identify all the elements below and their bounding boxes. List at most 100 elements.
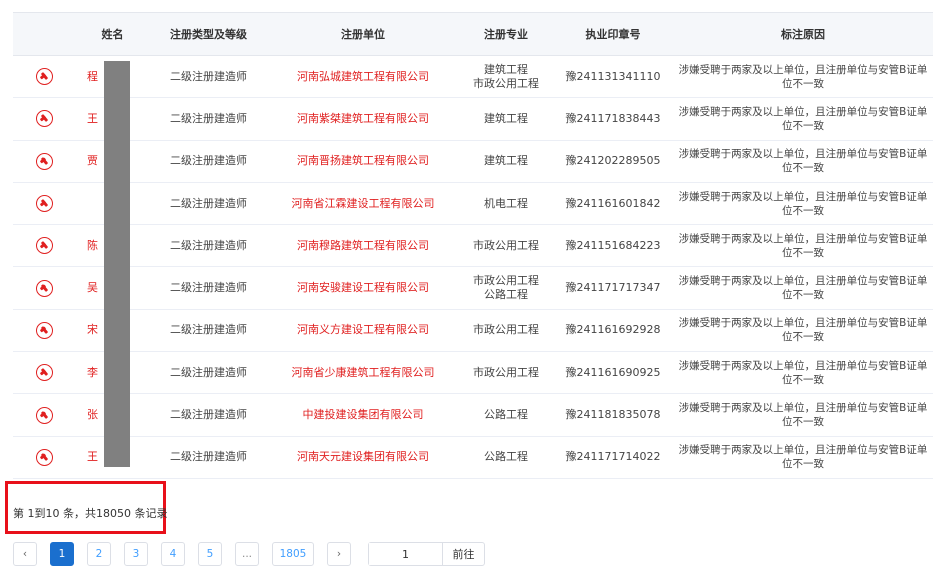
table-row: 王 二级注册建造师 河南天元建设集团有限公司 公路工程 豫241171714022 涉嫌受… [13,436,933,479]
specialty-primary: 建筑工程 [484,111,528,125]
seal-number-cell: 豫241161601842 [553,182,673,226]
column-header-1: 姓名 [75,12,150,56]
specialty-cell: 公路工程 [459,393,553,437]
page-button-4[interactable]: 4 [161,542,185,566]
records-table: 姓名 注册类型及等级 注册单位 注册专业 执业印章号 标注原因 程二级注册建造师 河南弘城建… [13,12,933,479]
specialty-cell: 公路工程 [459,436,553,479]
marker-icon[interactable] [35,364,53,382]
page-button-3[interactable]: 3 [124,542,148,566]
table-row: 陈 二级注册建造师 河南穆路建筑工程有限公司 市政公用工程 豫241151684223 涉… [13,224,933,268]
row-mark-cell [13,140,75,183]
row-mark-cell [13,309,75,353]
registration-type-cell: 二级注册建造师 [150,309,267,353]
registration-unit-link[interactable]: 河南弘城建筑工程有限公司 [267,55,459,99]
column-header-2: 注册类型及等级 [150,12,267,56]
specialty-secondary: 市政公用工程 [473,76,539,90]
column-header-3: 注册单位 [267,12,459,56]
row-mark-cell [13,182,75,226]
marker-icon[interactable] [35,448,53,466]
page-button-1[interactable]: 1 [50,542,74,566]
record-summary: 第 1到10 条，共18050 条记录 [13,507,168,520]
row-mark-cell [13,393,75,437]
table-row: 宋 二级注册建造师 河南义方建设工程有限公司 市政公用工程 豫241161692928 涉… [13,309,933,353]
specialty-cell: 机电工程 [459,182,553,226]
column-header-4: 注册专业 [459,12,553,56]
seal-number-cell: 豫241181835078 [553,393,673,437]
page-jumper: 前往 [368,542,485,566]
marker-icon[interactable] [35,110,53,128]
page-button-1805[interactable]: 1805 [272,542,314,566]
specialty-primary: 市政公用工程 [473,365,539,379]
row-mark-cell [13,224,75,268]
mark-reason-cell: 涉嫌受聘于两家及以上单位，且注册单位与安管B证单位不一致 [673,97,933,141]
registration-unit-link[interactable]: 河南省江霖建设工程有限公司 [267,182,459,226]
prev-page-button[interactable]: ‹ [13,542,37,566]
person-name-link[interactable]: 王 [87,450,98,463]
marker-icon[interactable] [35,68,53,86]
table-row: 李 二级注册建造师 河南省少康建筑工程有限公司 市政公用工程 豫241161690925… [13,351,933,395]
specialty-cell: 市政公用工程 [459,224,553,268]
seal-number-cell: 豫241151684223 [553,224,673,268]
person-name-link[interactable]: 吴 [87,281,98,294]
table-row: 张 二级注册建造师 中建投建设集团有限公司 公路工程 豫241181835078 涉嫌受聘… [13,393,933,437]
registration-unit-link[interactable]: 河南义方建设工程有限公司 [267,309,459,353]
page-jump-input[interactable] [369,543,443,565]
registration-unit-link[interactable]: 河南省少康建筑工程有限公司 [267,351,459,395]
registration-unit-link[interactable]: 河南天元建设集团有限公司 [267,436,459,479]
specialty-cell: 建筑工程 [459,97,553,141]
mark-reason-cell: 涉嫌受聘于两家及以上单位，且注册单位与安管B证单位不一致 [673,393,933,437]
specialty-cell: 市政公用工程 [459,351,553,395]
person-name-link[interactable]: 王 [87,112,98,125]
marker-icon[interactable] [35,152,53,170]
page-button-5[interactable]: 5 [198,542,222,566]
person-name-link[interactable]: 李 [87,366,98,379]
specialty-primary: 机电工程 [484,196,528,210]
marker-icon[interactable] [35,279,53,297]
mark-reason-cell: 涉嫌受聘于两家及以上单位，且注册单位与安管B证单位不一致 [673,266,933,310]
marker-icon[interactable] [35,195,53,213]
goto-page-button[interactable]: 前往 [443,546,484,562]
registration-type-cell: 二级注册建造师 [150,97,267,141]
person-name-link[interactable]: 贾 [87,154,98,167]
marker-icon[interactable] [35,237,53,255]
seal-number-cell: 豫241171717347 [553,266,673,310]
registration-unit-link[interactable]: 河南安骏建设工程有限公司 [267,266,459,310]
person-name-link[interactable]: 程 [87,70,98,83]
person-name-link[interactable]: 陈 [87,239,98,252]
table-body: 程二级注册建造师 河南弘城建筑工程有限公司 建筑工程 市政公用工程 豫241131341… [13,55,933,479]
marker-icon[interactable] [35,321,53,339]
registration-unit-link[interactable]: 河南穆路建筑工程有限公司 [267,224,459,268]
specialty-primary: 市政公用工程 [473,323,539,337]
person-name-link[interactable]: 张 [87,408,98,421]
specialty-primary: 市政公用工程 [473,238,539,252]
registration-type-cell: 二级注册建造师 [150,224,267,268]
column-header-0 [13,12,75,56]
specialty-secondary: 公路工程 [484,288,528,302]
marker-icon[interactable] [35,406,53,424]
person-name-link[interactable]: 宋 [87,323,98,336]
registration-type-cell: 二级注册建造师 [150,55,267,99]
page-ellipsis-button[interactable]: ... [235,542,259,566]
row-mark-cell [13,351,75,395]
page-button-2[interactable]: 2 [87,542,111,566]
seal-number-cell: 豫241202289505 [553,140,673,183]
seal-number-cell: 豫241171838443 [553,97,673,141]
registration-type-cell: 二级注册建造师 [150,351,267,395]
mark-reason-cell: 涉嫌受聘于两家及以上单位，且注册单位与安管B证单位不一致 [673,55,933,99]
redaction-bar [104,61,130,467]
row-mark-cell [13,266,75,310]
next-page-button[interactable]: › [327,542,351,566]
table-row: 王 二级注册建造师 河南紫桀建筑工程有限公司 建筑工程 豫241171838443 涉嫌受… [13,97,933,141]
registration-unit-link[interactable]: 河南晋扬建筑工程有限公司 [267,140,459,183]
registration-unit-link[interactable]: 河南紫桀建筑工程有限公司 [267,97,459,141]
registration-type-cell: 二级注册建造师 [150,393,267,437]
table-header: 姓名 注册类型及等级 注册单位 注册专业 执业印章号 标注原因 [13,12,933,56]
mark-reason-cell: 涉嫌受聘于两家及以上单位，且注册单位与安管B证单位不一致 [673,436,933,479]
mark-reason-cell: 涉嫌受聘于两家及以上单位，且注册单位与安管B证单位不一致 [673,351,933,395]
table-row: 程二级注册建造师 河南弘城建筑工程有限公司 建筑工程 市政公用工程 豫241131341… [13,55,933,99]
specialty-primary: 建筑工程 [484,154,528,168]
column-header-5: 执业印章号 [553,12,673,56]
registration-unit-link[interactable]: 中建投建设集团有限公司 [267,393,459,437]
seal-number-cell: 豫241131341110 [553,55,673,99]
page-list: 1 2 3 4 5... 1805 [50,542,314,566]
